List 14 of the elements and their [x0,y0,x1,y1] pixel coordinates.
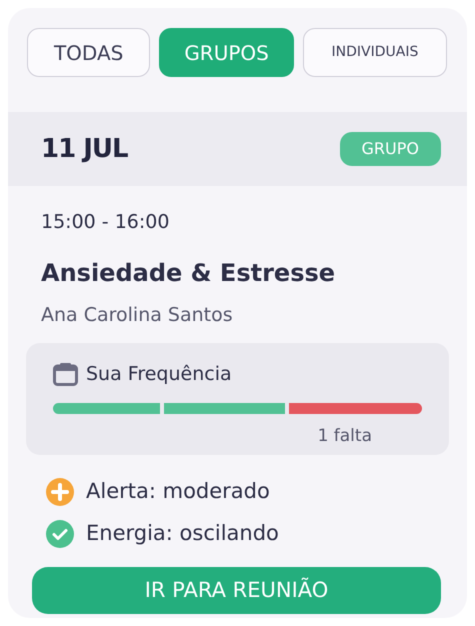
calendar-icon [53,362,78,386]
absence-count: 1 falta [318,426,372,446]
therapist-name: Ana Carolina Santos [41,302,234,328]
session-date: 11 JUL [41,132,128,166]
plus-icon [46,478,74,506]
filter-tab[interactable]: TODAS [27,28,150,77]
session-time: 15:00 - 16:00 [41,210,170,235]
check-icon [46,520,74,548]
attendance-title: Sua Frequência [86,362,232,387]
filter-tab[interactable]: INDIVIDUAIS [302,28,447,77]
status-text: Energia: oscilando [86,520,279,548]
group-tag: GRUPO [340,132,441,166]
status-text: Alerta: moderado [86,478,270,506]
session-title: Ansiedade & Estresse [41,258,336,288]
